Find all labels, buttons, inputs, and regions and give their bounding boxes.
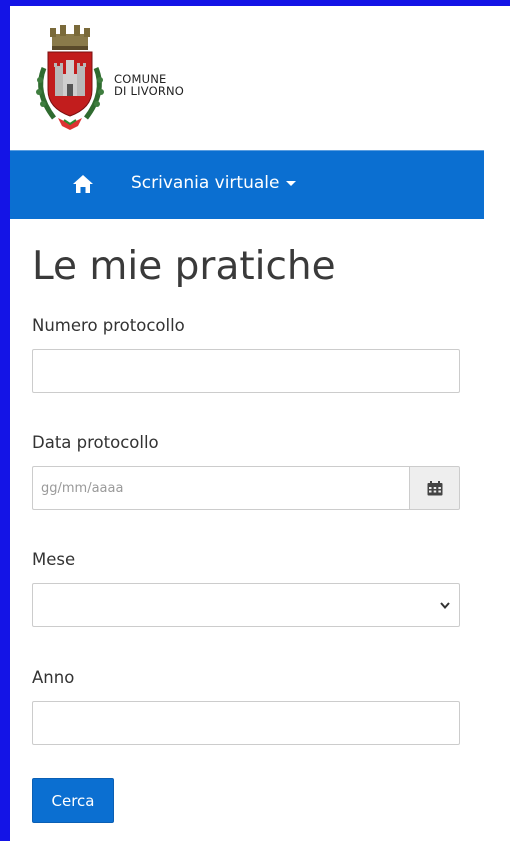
site-header: COMUNE DI LIVORNO: [10, 6, 484, 150]
home-icon[interactable]: [72, 173, 94, 195]
scrivania-virtuale-menu[interactable]: Scrivania virtuale: [131, 173, 297, 193]
page-title: Le mie pratiche: [32, 244, 336, 289]
data-protocollo-group: [32, 466, 460, 510]
scrivania-virtuale-label: Scrivania virtuale: [131, 173, 280, 193]
calendar-icon: [427, 480, 442, 495]
logo-line-2: DI LIVORNO: [114, 84, 185, 98]
comune-logo[interactable]: COMUNE DI LIVORNO: [30, 20, 184, 132]
logo-text: COMUNE DI LIVORNO: [114, 73, 184, 97]
anno-label: Anno: [32, 668, 75, 687]
main-navbar: Scrivania virtuale: [10, 150, 484, 219]
mese-label: Mese: [32, 550, 76, 569]
coat-of-arms-icon: [36, 25, 104, 130]
anno-input[interactable]: [32, 701, 460, 745]
data-protocollo-input[interactable]: [32, 466, 410, 510]
cerca-button[interactable]: Cerca: [32, 778, 114, 823]
data-protocollo-label: Data protocollo: [32, 433, 159, 452]
numero-protocollo-input[interactable]: [32, 349, 460, 393]
frame-left-border: [0, 0, 10, 841]
mese-select[interactable]: [32, 583, 460, 627]
chevron-down-icon: [440, 602, 450, 610]
numero-protocollo-label: Numero protocollo: [32, 316, 185, 335]
calendar-button[interactable]: [409, 466, 460, 510]
caret-down-icon: [286, 180, 297, 186]
